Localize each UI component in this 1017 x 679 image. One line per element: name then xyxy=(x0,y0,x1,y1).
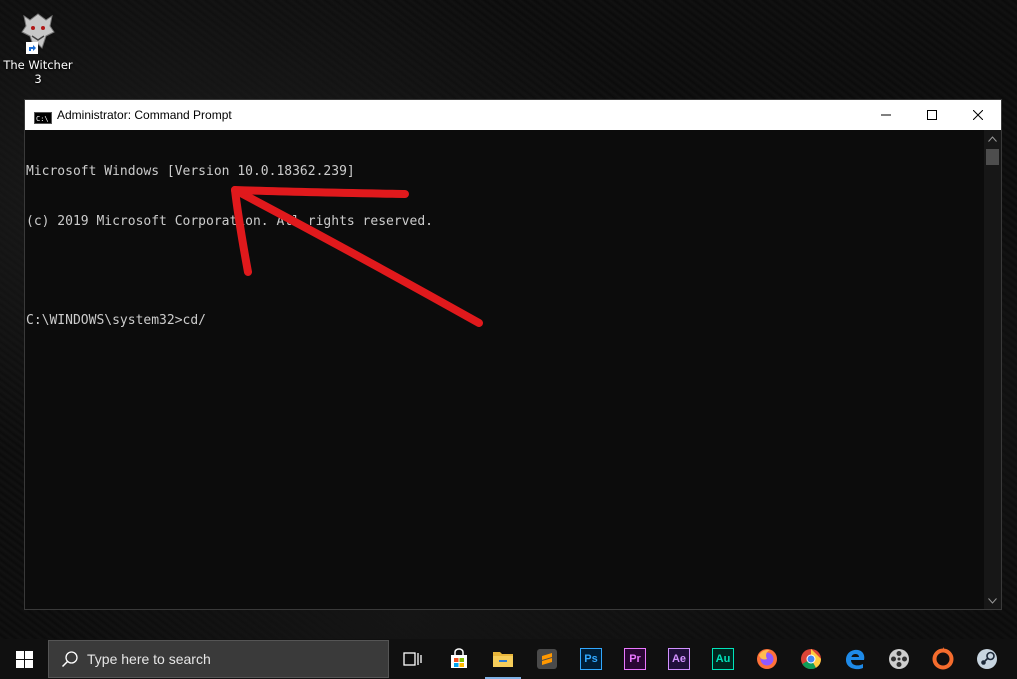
shortcut-arrow-icon xyxy=(26,42,38,54)
search-placeholder: Type here to search xyxy=(87,651,211,667)
close-button[interactable] xyxy=(955,100,1001,130)
window-titlebar[interactable]: C:\ Administrator: Command Prompt xyxy=(25,100,1001,130)
task-view-icon xyxy=(403,652,422,666)
start-button[interactable] xyxy=(0,639,48,679)
desktop-shortcut-label: The Witcher 3 xyxy=(3,58,73,86)
desktop-shortcut-witcher3[interactable]: The Witcher 3 xyxy=(0,10,76,86)
taskbar-firefox[interactable] xyxy=(745,639,789,679)
taskbar-premiere[interactable]: Pr xyxy=(613,639,657,679)
taskbar-photoshop[interactable]: Ps xyxy=(569,639,613,679)
taskbar-audition[interactable]: Au xyxy=(701,639,745,679)
film-reel-icon xyxy=(889,649,909,669)
store-icon xyxy=(451,648,467,668)
command-prompt-window[interactable]: C:\ Administrator: Command Prompt Micros… xyxy=(24,99,1002,610)
taskbar-file-explorer[interactable] xyxy=(481,639,525,679)
console-output[interactable]: Microsoft Windows [Version 10.0.18362.23… xyxy=(25,130,984,609)
taskbar-store[interactable] xyxy=(437,639,481,679)
scrollbar-thumb[interactable] xyxy=(986,149,999,165)
taskbar-after-effects[interactable]: Ae xyxy=(657,639,701,679)
close-icon xyxy=(973,110,983,120)
chrome-icon xyxy=(801,649,822,670)
after-effects-icon: Ae xyxy=(668,648,690,670)
taskbar-chrome[interactable] xyxy=(789,639,833,679)
edge-icon xyxy=(846,649,865,670)
maximize-icon xyxy=(927,110,937,120)
photoshop-icon: Ps xyxy=(580,648,602,670)
task-view-button[interactable] xyxy=(389,639,437,679)
origin-icon xyxy=(932,647,954,670)
chevron-up-icon xyxy=(988,135,997,142)
scroll-up-button[interactable] xyxy=(984,130,1001,147)
maximize-button[interactable] xyxy=(909,100,955,130)
console-line: Microsoft Windows [Version 10.0.18362.23… xyxy=(26,164,355,179)
folder-icon xyxy=(493,652,513,667)
console-prompt-line: C:\WINDOWS\system32>cd/ xyxy=(26,312,207,328)
vertical-scrollbar[interactable] xyxy=(984,130,1001,609)
taskbar-edge[interactable] xyxy=(833,639,877,679)
cmd-app-icon: C:\ xyxy=(34,109,52,124)
taskbar-sublime-text[interactable] xyxy=(525,639,569,679)
taskbar-media-player[interactable] xyxy=(877,639,921,679)
taskbar: Type here to search Ps Pr Ae Au xyxy=(0,639,1017,679)
taskbar-search-box[interactable]: Type here to search xyxy=(48,640,389,678)
taskbar-steam[interactable] xyxy=(965,639,1009,679)
sublime-icon xyxy=(537,649,557,669)
minimize-icon xyxy=(881,114,891,116)
svg-text:C:\: C:\ xyxy=(36,115,49,123)
witcher-wolf-icon xyxy=(16,10,60,54)
audition-icon: Au xyxy=(712,648,734,670)
minimize-button[interactable] xyxy=(863,100,909,130)
premiere-icon: Pr xyxy=(624,648,646,670)
steam-icon xyxy=(977,649,997,669)
chevron-down-icon xyxy=(988,597,997,604)
windows-logo-icon xyxy=(15,650,33,668)
search-icon xyxy=(61,651,78,668)
scroll-down-button[interactable] xyxy=(984,592,1001,609)
window-title: Administrator: Command Prompt xyxy=(57,108,232,122)
taskbar-origin[interactable] xyxy=(921,639,965,679)
firefox-icon xyxy=(757,649,777,669)
console-line: (c) 2019 Microsoft Corporation. All righ… xyxy=(26,213,433,229)
